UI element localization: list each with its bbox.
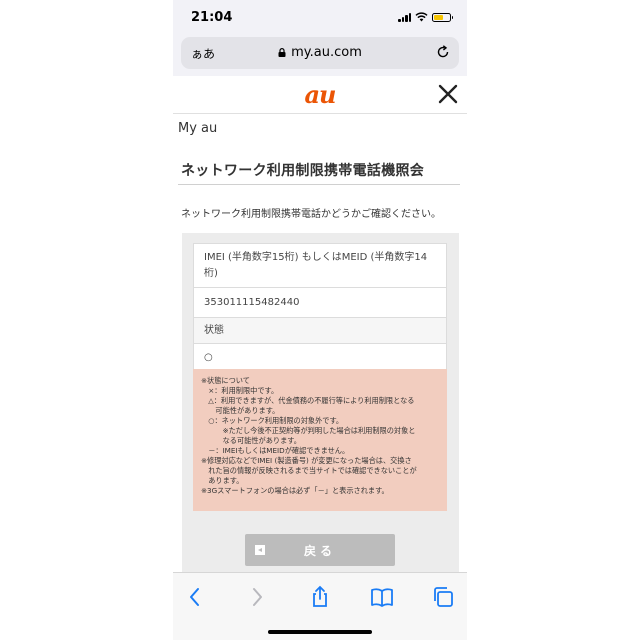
status-label: 状態 (194, 318, 446, 344)
note-line: なる可能性があります。 (201, 436, 301, 445)
note-line: ※修理対応などでIMEI (製造番号) が変更になった場合は、交換さ (201, 456, 412, 465)
status-icons (398, 12, 453, 22)
imei-value: 353011115482440 (194, 288, 446, 318)
au-logo[interactable]: au (173, 80, 467, 109)
back-icon[interactable] (183, 585, 207, 609)
result-table: IMEI (半角数字15桁) もしくはMEID (半角数字14 桁) 35301… (193, 243, 447, 373)
note-line: △：利用できますが、代金債務の不履行等により利用制限となる (201, 396, 415, 405)
back-button-label: 戻る (303, 544, 336, 558)
share-icon[interactable] (308, 585, 332, 609)
note-line: ×：利用制限中です。 (201, 386, 279, 395)
close-icon[interactable] (437, 83, 459, 105)
lock-icon (278, 48, 286, 57)
phone-screen: 21:04 ぁあ my.au.com au My au ネットワーク利用制限携帯… (173, 0, 467, 640)
wifi-icon (415, 12, 428, 22)
note-line: ※3Gスマートフォンの場合は必ず「－」と表示されます。 (201, 486, 389, 495)
signal-icon (398, 12, 411, 22)
address-bar[interactable]: ぁあ my.au.com (181, 37, 459, 69)
note-line: 可能性があります。 (201, 406, 280, 415)
forward-icon[interactable] (245, 585, 269, 609)
site-header: au (173, 76, 467, 114)
note-line: －：IMEIもしくはMEIDが確認できません。 (201, 446, 350, 455)
note-line: ※ただし今後不正契約等が判明した場合は利用制限の対象と (201, 426, 416, 435)
tabs-icon[interactable] (431, 585, 455, 609)
browser-toolbar (173, 572, 467, 640)
note-line: あります。 (201, 476, 244, 485)
note-line: ※状態について (201, 376, 250, 385)
web-content: au My au ネットワーク利用制限携帯電話機照会 ネットワーク利用制限携帯電… (173, 76, 467, 572)
note-line: ○：ネットワーク利用制限の対象外です。 (201, 416, 344, 425)
status-notes: ※状態について ×：利用制限中です。 △：利用できますが、代金債務の不履行等によ… (193, 369, 447, 511)
title-divider (178, 184, 460, 185)
status-value: ○ (204, 352, 213, 363)
page-title: ネットワーク利用制限携帯電話機照会 (181, 163, 425, 179)
bookmarks-icon[interactable] (370, 585, 394, 609)
reload-icon[interactable] (435, 44, 451, 60)
result-box: IMEI (半角数字15桁) もしくはMEID (半角数字14 桁) 35301… (182, 233, 459, 572)
status-bar: 21:04 (173, 0, 467, 36)
imei-label: IMEI (半角数字15桁) もしくはMEID (半角数字14 桁) (194, 244, 446, 288)
status-time: 21:04 (191, 10, 233, 25)
brand-label: My au (178, 121, 218, 136)
url-text: my.au.com (291, 45, 362, 60)
battery-icon (432, 12, 453, 22)
note-line: れた旨の情報が反映されるまで当サイトでは確認できないことが (201, 466, 417, 475)
back-button[interactable]: 戻る (245, 534, 395, 566)
url-display[interactable]: my.au.com (181, 45, 459, 60)
page-description: ネットワーク利用制限携帯電話かどうかご確認ください。 (181, 209, 441, 220)
home-indicator[interactable] (268, 630, 372, 634)
